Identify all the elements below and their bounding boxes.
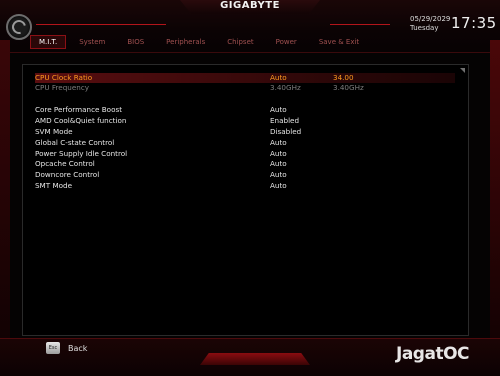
settings-panel: CPU Clock Ratio Auto 34.00 CPU Frequency… — [22, 64, 469, 336]
setting-value[interactable]: Disabled — [270, 127, 301, 137]
setting-row-cpu-clock-ratio[interactable]: CPU Clock Ratio Auto 34.00 — [35, 73, 455, 83]
header-accent-line-left — [36, 24, 166, 25]
right-frame-decoration — [490, 40, 500, 340]
setting-label: Downcore Control — [35, 170, 100, 179]
setting-label: SVM Mode — [35, 127, 73, 136]
watermark: JagatOC — [396, 344, 470, 364]
setting-label: CPU Clock Ratio — [35, 73, 93, 82]
setting-row-power-supply-idle[interactable]: Power Supply Idle Control Auto — [35, 149, 455, 159]
tab-power[interactable]: Power — [267, 35, 306, 49]
tab-chipset[interactable]: Chipset — [218, 35, 262, 49]
setting-row-amd-cool-quiet[interactable]: AMD Cool&Quiet function Enabled — [35, 116, 455, 126]
setting-label: Power Supply Idle Control — [35, 149, 128, 158]
setting-value[interactable]: Auto — [270, 159, 287, 169]
setting-value[interactable]: Auto — [270, 170, 287, 180]
back-label: Back — [68, 344, 88, 353]
brand-logo: GIGABYTE — [220, 0, 280, 11]
setting-row-cpu-frequency: CPU Frequency 3.40GHz 3.40GHz — [35, 83, 455, 93]
weekday-text: Tuesday — [410, 24, 439, 32]
setting-row-downcore-control[interactable]: Downcore Control Auto — [35, 170, 455, 180]
setting-label: CPU Frequency — [35, 83, 90, 92]
setting-current-value: 34.00 — [333, 73, 354, 82]
setting-row-smt-mode[interactable]: SMT Mode Auto — [35, 181, 455, 191]
setting-row-global-c-state[interactable]: Global C-state Control Auto — [35, 138, 455, 148]
tab-bar: M.I.T. System BIOS Peripherals Chipset P… — [30, 35, 372, 49]
date-text: 05/29/2029 — [410, 15, 451, 23]
setting-value[interactable]: Auto — [270, 181, 287, 191]
setting-value[interactable]: Auto — [270, 105, 287, 115]
tab-bios[interactable]: BIOS — [118, 35, 153, 49]
date-display: 05/29/2029 Tuesday — [410, 15, 450, 33]
header-bar: GIGABYTE M.I.T. System BIOS Peripherals … — [0, 0, 500, 53]
setting-value: 3.40GHz — [270, 83, 301, 92]
tab-mit[interactable]: M.I.T. — [30, 35, 67, 49]
setting-label: AMD Cool&Quiet function — [35, 116, 127, 125]
footer-center-accent — [200, 353, 310, 365]
tab-save-exit[interactable]: Save & Exit — [310, 35, 368, 49]
setting-value[interactable]: Auto — [270, 73, 287, 83]
setting-label: Opcache Control — [35, 159, 95, 168]
setting-row-opcache-control[interactable]: Opcache Control Auto — [35, 159, 455, 169]
setting-label: SMT Mode — [35, 181, 73, 190]
clock-display: 17:35 — [451, 14, 497, 32]
setting-row-core-performance-boost[interactable]: Core Performance Boost Auto — [35, 105, 455, 115]
left-frame-decoration — [0, 40, 10, 340]
setting-label: Global C-state Control — [35, 138, 115, 147]
tab-peripherals[interactable]: Peripherals — [157, 35, 214, 49]
gigabyte-emblem-icon — [6, 14, 32, 40]
setting-value[interactable]: Auto — [270, 138, 287, 148]
setting-row-svm-mode[interactable]: SVM Mode Disabled — [35, 127, 455, 137]
setting-value[interactable]: Auto — [270, 149, 287, 159]
tab-system[interactable]: System — [70, 35, 114, 49]
back-button[interactable]: Esc Back — [46, 342, 106, 358]
setting-value[interactable]: Enabled — [270, 116, 299, 126]
watermark-text: JagatOC — [396, 344, 470, 364]
panel-corner-marker — [460, 68, 465, 73]
esc-key-icon: Esc — [46, 342, 60, 354]
setting-label: Core Performance Boost — [35, 105, 123, 114]
setting-current-value: 3.40GHz — [333, 83, 364, 92]
header-accent-line-right — [330, 24, 390, 25]
